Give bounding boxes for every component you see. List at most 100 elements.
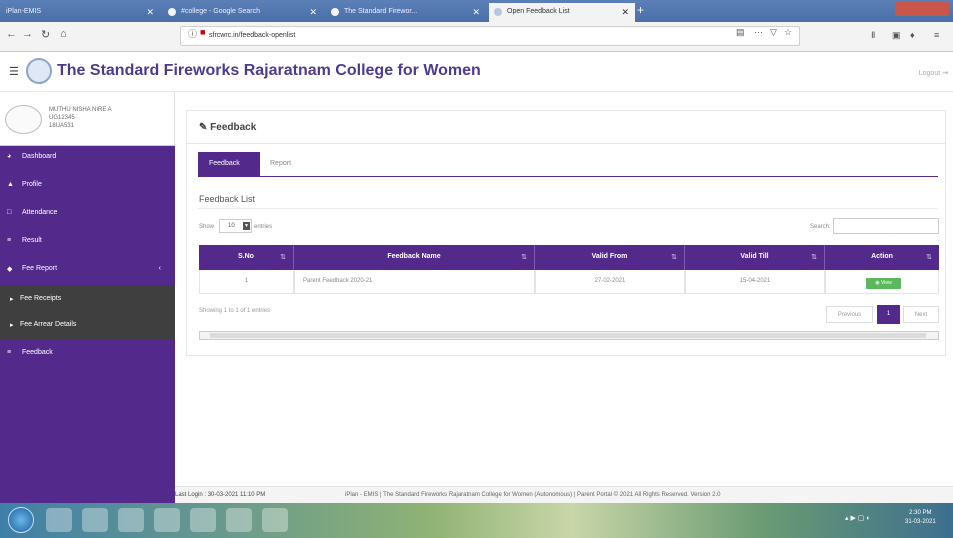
tab-report[interactable]: Report [270, 160, 291, 167]
app-icon[interactable] [262, 508, 288, 532]
column-header-sno[interactable]: S.No ⇅ [199, 245, 294, 270]
scrollbar-thumb[interactable] [210, 333, 926, 338]
home-icon[interactable]: ⌂ [60, 28, 67, 40]
info-icon[interactable]: ⓘ [188, 27, 197, 40]
chevron-down-icon: ▼ [243, 222, 250, 230]
forward-arrow-icon[interactable]: → [22, 28, 33, 40]
divider [198, 208, 938, 209]
cell-feedback-name: Parent Feedback 2020-21 [294, 270, 535, 294]
app-header: ☰ The Standard Fireworks Rajaratnam Coll… [0, 52, 953, 92]
lock-icon[interactable]: ■ [200, 27, 205, 37]
sidebar-item-fee-report[interactable]: ◆ Fee Report ‹ [0, 258, 175, 281]
browser-tab-active[interactable]: Open Feedback List ✕ [489, 3, 635, 22]
more-icon[interactable]: ⋯ [754, 27, 763, 38]
tag-icon: ◆ [7, 266, 13, 273]
sidebar-item-label: Result [22, 237, 42, 244]
bookmark-star-icon[interactable]: ☆ [784, 27, 792, 38]
column-header-feedback-name[interactable]: Feedback Name ⇅ [294, 245, 535, 270]
college-logo [26, 58, 52, 84]
close-icon[interactable]: ✕ [309, 7, 317, 18]
explorer-icon[interactable] [118, 508, 144, 532]
column-header-valid-from[interactable]: Valid From ⇅ [535, 245, 685, 270]
tab-feedback[interactable]: Feedback [198, 152, 260, 176]
entries-value: 10 [228, 223, 235, 229]
show-label: Show [199, 224, 215, 230]
sidebar-icon[interactable]: ▣ [892, 30, 901, 41]
sidebar-item-dashboard[interactable]: ◕ Dashboard [0, 146, 175, 169]
list-title: Feedback List [199, 194, 256, 204]
sort-icon: ⇅ [280, 254, 286, 261]
sidebar-item-result[interactable]: ≡ Result [0, 230, 175, 253]
logout-link[interactable]: Logout ⇥ [919, 69, 948, 77]
sidebar-item-profile[interactable]: ▲ Profile [0, 174, 175, 197]
tab-label: #college - Google Search [181, 8, 260, 15]
word-icon[interactable] [226, 508, 252, 532]
menu-icon[interactable]: ≡ [934, 30, 939, 40]
window-controls[interactable] [895, 2, 949, 16]
library-icon[interactable]: Ⅱ [871, 30, 875, 41]
extension-icon[interactable]: ♦ [910, 30, 915, 40]
user-icon: ▲ [7, 181, 14, 188]
cell-sno: 1 [199, 270, 294, 294]
browser-tab[interactable]: The Standard Firewor... ✕ [326, 3, 486, 22]
entries-label: entries [254, 224, 273, 230]
pocket-icon[interactable]: ▽ [770, 27, 777, 38]
firefox-icon[interactable] [82, 508, 108, 532]
browser-tab[interactable]: iPlan-EMIS ✕ [0, 3, 160, 22]
reader-icon[interactable]: ▤ [736, 27, 745, 38]
clock-date: 31-03-2021 [905, 519, 936, 525]
close-icon[interactable]: ✕ [621, 7, 629, 18]
sort-icon: ⇅ [926, 254, 932, 261]
media-icon[interactable] [154, 508, 180, 532]
profile-name: MUTHU NISHA NIRE A [49, 107, 112, 113]
showing-info: Showing 1 to 1 of 1 entries [199, 308, 271, 314]
page-1-button[interactable]: 1 [877, 305, 900, 324]
hamburger-menu-icon[interactable]: ☰ [9, 65, 19, 78]
sidebar-subitem-label: Fee Arrear Details [20, 321, 77, 328]
eye-icon: ◉ [875, 280, 880, 286]
column-header-action[interactable]: Action ⇅ [825, 245, 939, 270]
system-tray[interactable]: ▴ ▶ ▢ ◐ [845, 514, 871, 522]
entries-select[interactable]: 10 ▼ [219, 219, 252, 233]
column-header-valid-till[interactable]: Valid Till ⇅ [685, 245, 825, 270]
google-icon [168, 8, 176, 16]
app-icon[interactable] [190, 508, 216, 532]
list-icon: ≡ [7, 349, 12, 356]
search-label: Search: [810, 224, 831, 230]
search-input[interactable] [833, 218, 939, 234]
clock[interactable]: 2:30 PM 31-03-2021 [905, 509, 936, 527]
sidebar-subitem-fee-arrear[interactable]: Fee Arrear Details [0, 314, 175, 336]
logout-icon: ⇥ [942, 70, 948, 77]
sidebar-item-label: Profile [22, 181, 42, 188]
last-login: Last Login : 30-03-2021 11:10 PM [175, 492, 266, 498]
close-icon[interactable]: ✕ [146, 7, 154, 18]
page-icon [494, 8, 502, 16]
site-favicon-icon [331, 8, 339, 16]
sort-icon: ⇅ [811, 254, 817, 261]
header-label: Valid From [591, 253, 628, 260]
new-tab-plus-icon[interactable]: + [637, 3, 644, 17]
sort-icon: ⇅ [671, 254, 677, 261]
header-label: Feedback Name [387, 253, 441, 260]
previous-button[interactable]: Previous [826, 306, 873, 323]
start-button[interactable] [8, 507, 34, 533]
sidebar-item-label: Fee Report [22, 265, 58, 272]
profile-roll: 18UA531 [49, 123, 75, 129]
address-bar[interactable]: sfrcwrc.in/feedback-openlist [180, 26, 800, 46]
sidebar-item-attendance[interactable]: □ Attendance [0, 202, 175, 225]
next-button[interactable]: Next [903, 306, 939, 323]
back-arrow-icon[interactable]: ← [6, 28, 17, 40]
sidebar-subitem-label: Fee Receipts [20, 295, 62, 302]
profile-panel: MUTHU NISHA NIRE A UG12345 18UA531 [0, 92, 175, 146]
view-label: View [881, 280, 892, 286]
close-icon[interactable]: ✕ [472, 7, 480, 18]
browser-tab[interactable]: #college - Google Search ✕ [163, 3, 323, 22]
sidebar-subitem-fee-receipts[interactable]: Fee Receipts [0, 288, 175, 310]
reload-icon[interactable]: ↻ [41, 28, 50, 41]
sidebar-item-feedback[interactable]: ≡ Feedback [0, 342, 175, 365]
tab-label: Open Feedback List [507, 8, 570, 15]
chrome-icon[interactable] [46, 508, 72, 532]
view-button[interactable]: ◉ View [866, 278, 901, 289]
copyright: iPlan - EMIS | The Standard Fireworks Ra… [345, 492, 721, 498]
cell-valid-till: 15-04-2021 [685, 270, 825, 294]
